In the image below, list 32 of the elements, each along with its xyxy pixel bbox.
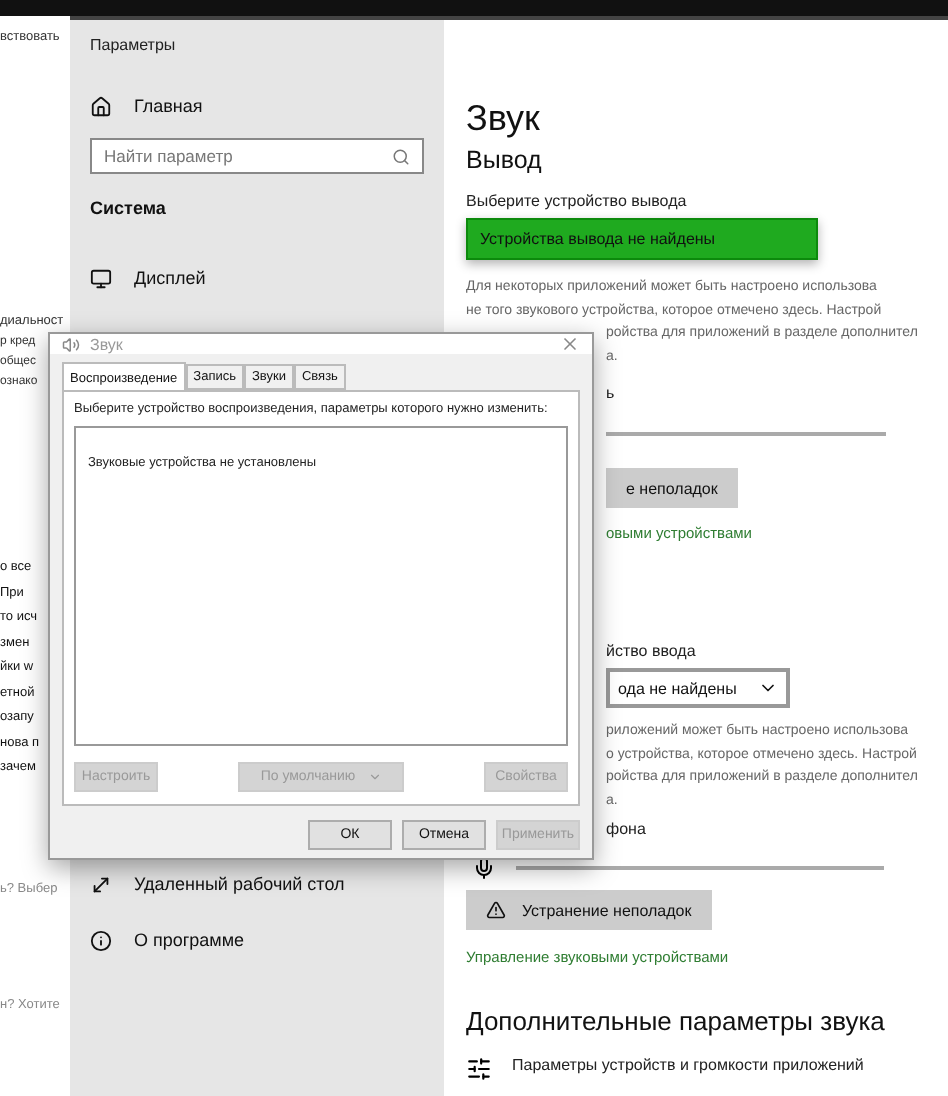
section-heading: Вывод [466, 144, 542, 176]
nav-item[interactable]: О программе [90, 920, 245, 960]
dialog-title: Звук [90, 335, 123, 353]
home-nav-item[interactable]: Главная [90, 86, 203, 126]
nav-item[interactable]: Удаленный рабочий стол [90, 864, 345, 904]
microphone-icon [472, 856, 496, 880]
caret-icon [367, 770, 382, 784]
output-device-dropdown[interactable]: Устройства вывода не найдены [466, 218, 818, 260]
warning-icon [486, 900, 506, 920]
window-title: Параметры [90, 36, 176, 54]
monitor-icon [90, 267, 112, 289]
nav-item[interactable]: Дисплей [90, 258, 206, 298]
troubleshoot-button[interactable]: е неполадок [606, 468, 738, 508]
input-device-dropdown[interactable]: ода не найдены [606, 668, 790, 708]
field-label: Выберите устройство вывода [466, 192, 687, 212]
page-title: Звук [466, 96, 540, 140]
field-label: ь [606, 384, 615, 404]
search-field[interactable]: Найти параметр [90, 138, 424, 174]
field-label: йство ввода [606, 642, 696, 662]
section-title: Система [90, 198, 166, 218]
section-heading: Дополнительные параметры звука [466, 1006, 885, 1038]
settings-link[interactable]: Параметры устройств и громкости приложений [512, 1056, 864, 1076]
speaker-icon [62, 335, 80, 353]
troubleshoot-button[interactable]: Устранение неполадок [466, 890, 712, 930]
close-icon[interactable] [560, 334, 580, 354]
search-placeholder: Найти параметр [104, 146, 233, 166]
field-label: фона [606, 820, 646, 840]
home-icon [90, 95, 112, 117]
info-icon [90, 929, 112, 951]
sliders-icon [466, 1056, 492, 1082]
search-icon [392, 147, 410, 165]
diagonal-arrows-icon [90, 873, 112, 895]
